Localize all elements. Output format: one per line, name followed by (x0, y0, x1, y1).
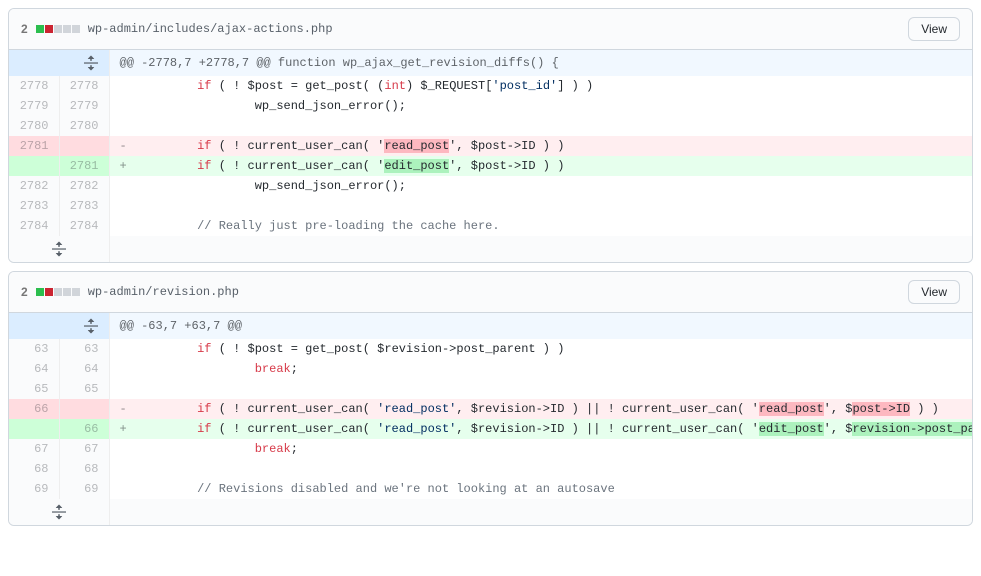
diff-line: 2779 2779 wp_send_json_error(); (9, 96, 972, 116)
diff-line: 2783 2783 (9, 196, 972, 216)
diff-line: 66 + if ( ! current_user_can( 'read_post… (9, 419, 973, 439)
view-button[interactable]: View (908, 280, 960, 304)
code-cell: if ( ! $post = get_post( $revision->post… (109, 339, 973, 359)
hunk-header: @@ -2778,7 +2778,7 @@ function wp_ajax_g… (9, 50, 972, 76)
diffstat (36, 288, 80, 296)
new-line-number[interactable]: 2778 (59, 76, 109, 96)
code-cell: + if ( ! current_user_can( 'edit_post', … (109, 156, 972, 176)
diff-line: 2778 2778 if ( ! $post = get_post( (int)… (9, 76, 972, 96)
expand-cell[interactable] (9, 313, 109, 339)
diff-line: 2782 2782 wp_send_json_error(); (9, 176, 972, 196)
diff-line: 2784 2784 // Really just pre-loading the… (9, 216, 972, 236)
code-cell: - if ( ! current_user_can( 'read_post', … (109, 399, 973, 419)
new-line-number[interactable]: 67 (59, 439, 109, 459)
code-cell (109, 379, 973, 399)
change-count: 2 (21, 285, 28, 299)
file-path: wp-admin/includes/ajax-actions.php (88, 22, 333, 36)
code-cell: wp_send_json_error(); (109, 96, 972, 116)
new-line-number[interactable]: 63 (59, 339, 109, 359)
view-button[interactable]: View (908, 17, 960, 41)
code-cell: // Really just pre-loading the cache her… (109, 216, 972, 236)
diff-line: 69 69 // Revisions disabled and we're no… (9, 479, 973, 499)
diff-table: @@ -2778,7 +2778,7 @@ function wp_ajax_g… (9, 50, 972, 262)
new-line-number[interactable] (59, 399, 109, 419)
code-cell: - if ( ! current_user_can( 'read_post', … (109, 136, 972, 156)
file-diff: 2 wp-admin/includes/ajax-actions.php Vie… (8, 8, 973, 263)
new-line-number[interactable]: 64 (59, 359, 109, 379)
old-line-number[interactable] (9, 156, 59, 176)
hunk-text: @@ -63,7 +63,7 @@ (109, 313, 973, 339)
old-line-number[interactable]: 2779 (9, 96, 59, 116)
diff-line: 67 67 break; (9, 439, 973, 459)
old-line-number[interactable]: 2784 (9, 216, 59, 236)
old-line-number[interactable]: 65 (9, 379, 59, 399)
diff-table: @@ -63,7 +63,7 @@ 63 63 if ( ! $post = g… (9, 313, 973, 525)
old-line-number[interactable]: 63 (9, 339, 59, 359)
diff-line: 2781 + if ( ! current_user_can( 'edit_po… (9, 156, 972, 176)
file-header: 2 wp-admin/includes/ajax-actions.php Vie… (9, 9, 972, 50)
code-cell: wp_send_json_error(); (109, 176, 972, 196)
diff-line: 65 65 (9, 379, 973, 399)
change-count: 2 (21, 22, 28, 36)
unfold-icon[interactable] (19, 313, 99, 339)
new-line-number[interactable]: 2783 (59, 196, 109, 216)
hunk-text: @@ -2778,7 +2778,7 @@ function wp_ajax_g… (109, 50, 972, 76)
new-line-number[interactable]: 68 (59, 459, 109, 479)
expand-down-icon[interactable] (9, 499, 109, 525)
diff-line: 66 - if ( ! current_user_can( 'read_post… (9, 399, 973, 419)
expand-row (9, 499, 973, 525)
expand-row (9, 236, 972, 262)
diff-line: 63 63 if ( ! $post = get_post( $revision… (9, 339, 973, 359)
code-cell (109, 196, 972, 216)
diffstat (36, 25, 80, 33)
expand-down-icon[interactable] (9, 236, 109, 262)
old-line-number[interactable]: 2781 (9, 136, 59, 156)
code-cell: break; (109, 359, 973, 379)
new-line-number[interactable]: 2780 (59, 116, 109, 136)
new-line-number[interactable]: 2782 (59, 176, 109, 196)
diff-line: 2780 2780 (9, 116, 972, 136)
code-cell: if ( ! $post = get_post( (int) $_REQUEST… (109, 76, 972, 96)
diff-line: 2781 - if ( ! current_user_can( 'read_po… (9, 136, 972, 156)
diff-line: 68 68 (9, 459, 973, 479)
old-line-number[interactable]: 2782 (9, 176, 59, 196)
old-line-number[interactable]: 2783 (9, 196, 59, 216)
new-line-number[interactable]: 2784 (59, 216, 109, 236)
diff-line: 64 64 break; (9, 359, 973, 379)
file-diff: 2 wp-admin/revision.php View @@ -63,7 +6… (8, 271, 973, 526)
old-line-number[interactable]: 2778 (9, 76, 59, 96)
new-line-number[interactable]: 69 (59, 479, 109, 499)
new-line-number[interactable]: 2781 (59, 156, 109, 176)
new-line-number[interactable]: 65 (59, 379, 109, 399)
old-line-number[interactable]: 67 (9, 439, 59, 459)
file-header: 2 wp-admin/revision.php View (9, 272, 972, 313)
new-line-number[interactable]: 2779 (59, 96, 109, 116)
old-line-number[interactable]: 66 (9, 399, 59, 419)
new-line-number[interactable] (59, 136, 109, 156)
new-line-number[interactable]: 66 (59, 419, 109, 439)
old-line-number[interactable]: 2780 (9, 116, 59, 136)
code-cell (109, 459, 973, 479)
old-line-number[interactable] (9, 419, 59, 439)
code-cell (109, 116, 972, 136)
unfold-icon[interactable] (19, 50, 99, 76)
code-cell: break; (109, 439, 973, 459)
old-line-number[interactable]: 69 (9, 479, 59, 499)
expand-cell[interactable] (9, 50, 109, 76)
code-cell: + if ( ! current_user_can( 'read_post', … (109, 419, 973, 439)
hunk-header: @@ -63,7 +63,7 @@ (9, 313, 973, 339)
file-path: wp-admin/revision.php (88, 285, 239, 299)
code-cell: // Revisions disabled and we're not look… (109, 479, 973, 499)
old-line-number[interactable]: 64 (9, 359, 59, 379)
old-line-number[interactable]: 68 (9, 459, 59, 479)
